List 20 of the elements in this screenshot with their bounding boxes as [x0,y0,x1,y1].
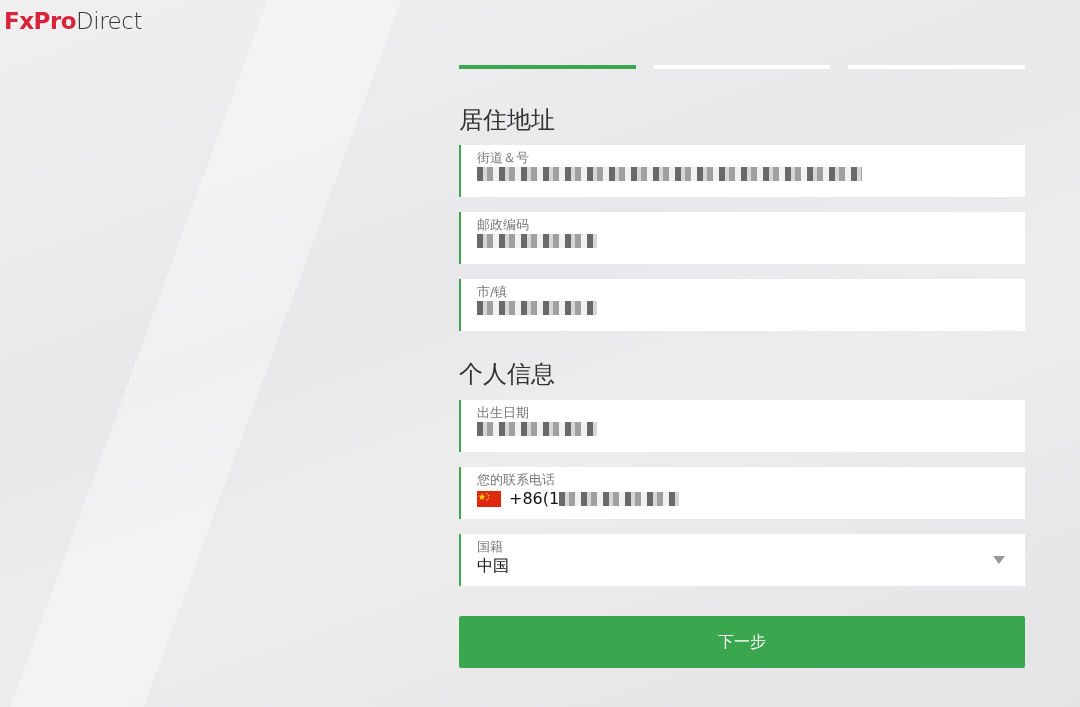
input-field[interactable]: 市/镇 [459,279,1025,332]
flag-icon [477,491,501,508]
dropdown-caret-icon [993,555,1005,564]
field-label: 邮政编码 [477,217,530,235]
field-label: 街道＆号 [477,150,530,168]
field-label: 国籍 [477,538,504,556]
next-button[interactable]: 下一步 [459,615,1025,668]
field-label: 市/镇 [477,284,509,302]
select-field[interactable]: 国籍 中国 [459,533,1025,586]
section-heading: 个人信息 [459,361,556,388]
input-field[interactable]: 街道＆号 [459,145,1025,198]
logo: FxProDirect [3,7,143,36]
field-value: 中国 [477,555,509,577]
field-label: 您的联系电话 [477,471,556,489]
input-field[interactable]: 出生日期 [459,399,1025,452]
section-heading: 居住地址 [459,107,556,134]
field-label: 出生日期 [477,404,530,422]
input-field[interactable]: 邮政编码 [459,212,1025,265]
field-value: +86(1 [509,488,560,510]
input-field[interactable]: 您的联系电话 +86(1 [459,466,1025,519]
